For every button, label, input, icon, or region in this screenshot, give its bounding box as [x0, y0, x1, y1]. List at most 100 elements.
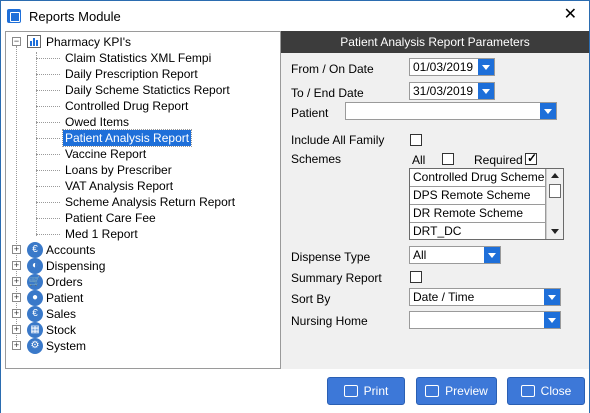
category-expander[interactable]: +	[12, 277, 21, 286]
pill-icon: ◐	[27, 258, 43, 274]
category-sales[interactable]: Sales	[46, 306, 76, 322]
report-item[interactable]: Daily Scheme Statictics Report	[65, 82, 230, 98]
category-stock[interactable]: Stock	[46, 322, 76, 338]
dispense-type-value: All	[413, 248, 427, 262]
to-date-picker[interactable]: 31/03/2019	[409, 82, 495, 100]
tree-branch-line	[36, 186, 60, 187]
panel-header: Patient Analysis Report Parameters	[281, 31, 589, 53]
sort-by-value: Date / Time	[413, 290, 475, 304]
report-item[interactable]: Patient Analysis Report	[61, 129, 193, 147]
from-date-value: 01/03/2019	[413, 60, 474, 74]
tree-branch-line	[36, 74, 60, 75]
scheme-list-item[interactable]: Controlled Drug Scheme	[410, 169, 546, 187]
schemes-required-checkbox[interactable]	[525, 151, 537, 165]
category-dispensing[interactable]: Dispensing	[46, 258, 105, 274]
category-system[interactable]: System	[46, 338, 86, 354]
category-expander[interactable]: +	[12, 325, 21, 334]
chevron-down-icon[interactable]	[478, 83, 494, 99]
root-expander[interactable]: −	[12, 37, 21, 46]
report-item[interactable]: VAT Analysis Report	[65, 178, 173, 194]
tree-root-pharmacy-kpis[interactable]: Pharmacy KPI's	[46, 34, 131, 50]
tree-branch-line	[36, 106, 60, 107]
schemes-all-label: All	[412, 153, 426, 167]
scroll-down-icon[interactable]	[547, 225, 563, 239]
title-bar: Reports Module ✕	[1, 1, 589, 31]
tree-branch-line	[36, 122, 60, 123]
report-item[interactable]: Scheme Analysis Return Report	[65, 194, 235, 210]
tree-branch-line	[36, 90, 60, 91]
to-date-label: To / End Date	[291, 86, 364, 100]
close-window-icon[interactable]: ✕	[564, 6, 577, 24]
patient-select[interactable]	[345, 102, 557, 120]
printer-icon	[343, 385, 358, 397]
chevron-down-icon[interactable]	[544, 312, 560, 328]
schemes-scrollbar[interactable]	[546, 169, 563, 239]
category-expander[interactable]: +	[12, 261, 21, 270]
dispense-type-select[interactable]: All	[409, 246, 501, 264]
tree-branch-line	[36, 154, 60, 155]
print-button-label: Print	[363, 384, 389, 398]
summary-report-label: Summary Report	[291, 271, 382, 285]
category-patient[interactable]: Patient	[46, 290, 83, 306]
scheme-list-item[interactable]: DPS Remote Scheme	[410, 187, 546, 205]
category-expander[interactable]: +	[12, 293, 21, 302]
category-orders[interactable]: Orders	[46, 274, 83, 290]
category-expander[interactable]: +	[12, 341, 21, 350]
cart-icon: 🛒	[27, 274, 43, 290]
boxes-icon: ▦	[27, 322, 43, 338]
tree-branch-line	[36, 234, 60, 235]
from-date-picker[interactable]: 01/03/2019	[409, 58, 495, 76]
preview-button-label: Preview	[445, 384, 488, 398]
tree-branch-line	[36, 138, 60, 139]
gear-icon: ⚙	[27, 338, 43, 354]
reports-window: Reports Module ✕ − Pharmacy KPI's Claim …	[0, 0, 590, 413]
chevron-down-icon[interactable]	[540, 103, 556, 119]
schemes-all-checkbox[interactable]	[442, 153, 454, 165]
tree-branch-line	[36, 58, 60, 59]
report-item[interactable]: Controlled Drug Report	[65, 98, 188, 114]
report-item[interactable]: Loans by Prescriber	[65, 162, 172, 178]
scheme-list-item[interactable]: DRT_DC	[410, 223, 546, 239]
button-bar: Print Preview Close	[1, 369, 589, 413]
person-icon: ●	[27, 290, 43, 306]
preview-button[interactable]: Preview	[416, 377, 497, 405]
scroll-thumb[interactable]	[549, 184, 561, 198]
chevron-down-icon[interactable]	[484, 247, 500, 263]
dispense-type-label: Dispense Type	[291, 250, 371, 264]
report-tree: − Pharmacy KPI's Claim Statistics XML Fe…	[5, 31, 281, 369]
tree-branch-line	[36, 218, 60, 219]
scheme-list-item[interactable]: DR Remote Scheme	[410, 205, 546, 223]
sort-by-label: Sort By	[291, 292, 331, 306]
summary-report-checkbox[interactable]	[410, 271, 422, 283]
report-item[interactable]: Vaccine Report	[65, 146, 146, 162]
include-family-checkbox[interactable]	[410, 134, 422, 146]
patient-label: Patient	[291, 106, 329, 120]
from-date-label: From / On Date	[291, 62, 374, 76]
chart-icon	[27, 35, 41, 48]
report-item[interactable]: Med 1 Report	[65, 226, 138, 242]
window-title: Reports Module	[29, 9, 121, 24]
report-item[interactable]: Daily Prescription Report	[65, 66, 198, 82]
scroll-up-icon[interactable]	[547, 169, 563, 183]
category-accounts[interactable]: Accounts	[46, 242, 95, 258]
schemes-label: Schemes	[291, 152, 342, 166]
sort-by-select[interactable]: Date / Time	[409, 288, 561, 306]
close-button[interactable]: Close	[507, 377, 585, 405]
category-expander[interactable]: +	[12, 309, 21, 318]
category-expander[interactable]: +	[12, 245, 21, 254]
schemes-listbox[interactable]: Controlled Drug Scheme DPS Remote Scheme D…	[409, 168, 564, 240]
nursing-home-select[interactable]	[409, 311, 561, 329]
exit-icon	[520, 385, 535, 397]
tree-branch-line	[36, 202, 60, 203]
report-item[interactable]: Claim Statistics XML Fempi	[65, 50, 211, 66]
to-date-value: 31/03/2019	[413, 84, 474, 98]
chevron-down-icon[interactable]	[478, 59, 494, 75]
app-icon	[7, 9, 21, 23]
euro-icon: €	[27, 306, 43, 322]
report-item[interactable]: Owed Items	[65, 114, 129, 130]
print-button[interactable]: Print	[327, 377, 405, 405]
euro-icon: €	[27, 242, 43, 258]
tree-guide-line	[36, 52, 37, 236]
chevron-down-icon[interactable]	[544, 289, 560, 305]
report-item[interactable]: Patient Care Fee	[65, 210, 156, 226]
